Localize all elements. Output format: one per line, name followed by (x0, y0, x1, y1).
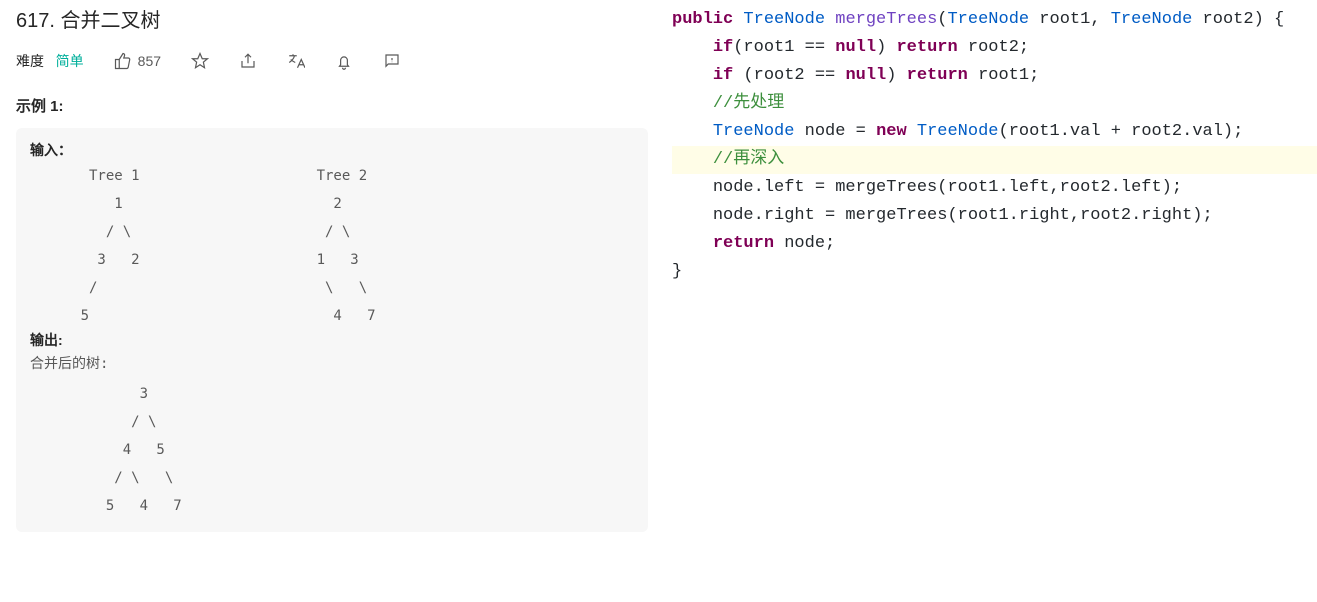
share-button[interactable] (239, 52, 257, 70)
fn-mergetrees: mergeTrees (835, 10, 937, 29)
translate-icon (287, 52, 305, 70)
input-trees: Tree 1 Tree 2 1 2 / \ / \ 3 2 1 3 / \ \ … (30, 162, 634, 330)
like-count: 857 (138, 53, 161, 69)
kw-return2: return (907, 66, 968, 85)
kw-null1: null (835, 38, 876, 57)
kw-if1: if (713, 38, 733, 57)
bell-icon (335, 52, 353, 70)
difficulty-label: 难度 (16, 53, 44, 69)
example-block: 输入： Tree 1 Tree 2 1 2 / \ / \ 3 2 1 3 / (16, 128, 648, 532)
type-treenode-p1: TreeNode (947, 10, 1029, 29)
type-treenode-ctor: TreeNode (917, 122, 999, 141)
feedback-icon (383, 52, 401, 70)
ret-node: node; (774, 234, 835, 253)
comment-1: //先处理 (713, 94, 784, 113)
example-heading: 示例 1: (16, 95, 648, 116)
problem-title-text: 合并二叉树 (61, 10, 161, 32)
difficulty-block: 难度 简单 (16, 51, 84, 71)
problem-pane: 617. 合并二叉树 难度 简单 857 (0, 0, 660, 602)
output-label: 输出: (30, 332, 63, 348)
if2b: ) (886, 66, 906, 85)
type-treenode-decl: TreeNode (713, 122, 795, 141)
type-treenode: TreeNode (743, 10, 825, 29)
code-editor[interactable]: public TreeNode mergeTrees(TreeNode root… (672, 6, 1317, 286)
type-treenode-p2: TreeNode (1111, 10, 1193, 29)
app-container: 617. 合并二叉树 难度 简单 857 (0, 0, 1317, 602)
merged-tree: 3 / \ 4 5 / \ \ 5 4 7 (30, 380, 634, 520)
if2a: (root2 == (733, 66, 845, 85)
kw-return3: return (713, 234, 774, 253)
difficulty-value: 简单 (56, 53, 84, 69)
new-a: node = (794, 122, 876, 141)
sig-mid: root1, (1029, 10, 1111, 29)
meta-row: 难度 简单 857 (16, 39, 648, 89)
feedback-button[interactable] (383, 52, 401, 70)
kw-if2: if (713, 66, 733, 85)
new-b: (root1.val + root2.val); (999, 122, 1244, 141)
translate-button[interactable] (287, 52, 305, 70)
kw-public: public (672, 10, 733, 29)
kw-return1: return (896, 38, 957, 57)
line-right: node.right = mergeTrees(root1.right,root… (713, 206, 1213, 225)
input-label: 输入： (30, 142, 72, 158)
problem-number: 617. (16, 10, 55, 32)
if1a: (root1 == (733, 38, 835, 57)
share-icon (239, 52, 257, 70)
if1c: root2; (958, 38, 1029, 57)
sig-end: root2) { (1192, 10, 1284, 29)
problem-title: 617. 合并二叉树 (16, 0, 648, 39)
code-pane[interactable]: public TreeNode mergeTrees(TreeNode root… (660, 0, 1317, 602)
like-button[interactable]: 857 (114, 52, 161, 70)
line-left: node.left = mergeTrees(root1.left,root2.… (713, 178, 1182, 197)
notify-button[interactable] (335, 52, 353, 70)
output-sub: 合并后的树: (30, 350, 634, 378)
favorite-button[interactable] (191, 52, 209, 70)
star-icon (191, 52, 209, 70)
if2c: root1; (968, 66, 1039, 85)
comment-2: //再深入 (713, 150, 784, 169)
if1b: ) (876, 38, 896, 57)
thumbs-up-icon (114, 52, 132, 70)
kw-new: new (876, 122, 907, 141)
sig-open: ( (937, 10, 947, 29)
brace-close: } (672, 262, 682, 281)
kw-null2: null (845, 66, 886, 85)
